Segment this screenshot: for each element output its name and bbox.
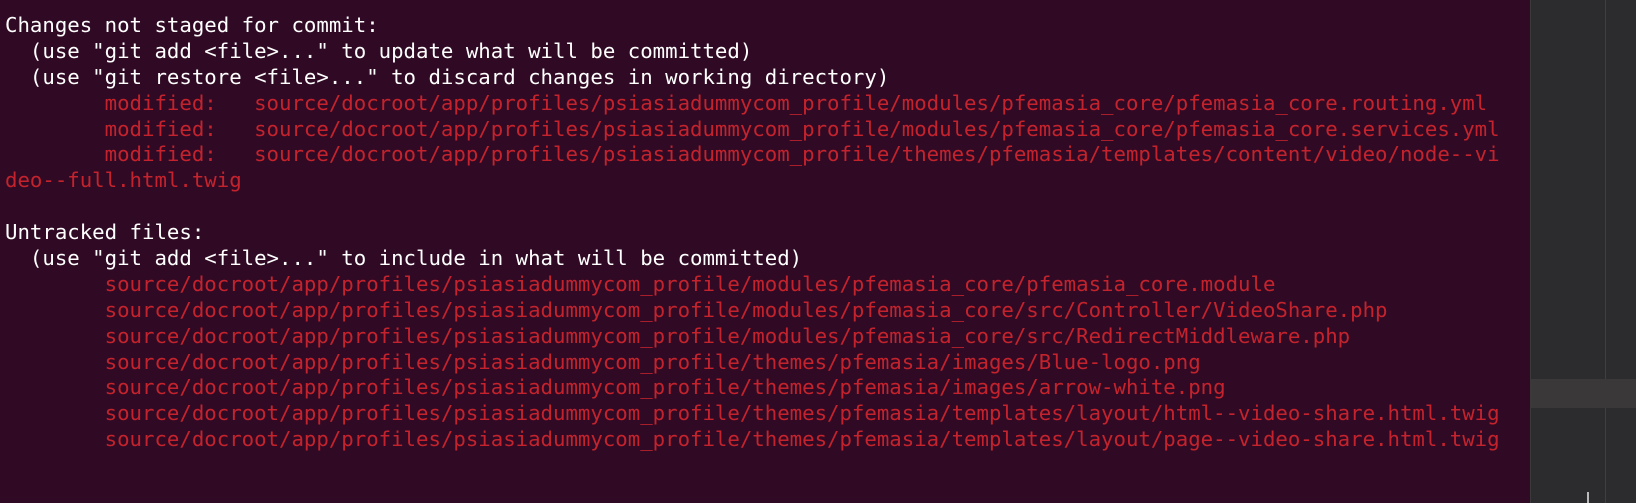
status-text-line: Untracked files: (5, 220, 205, 245)
file-path-line: modified: source/docroot/app/profiles/ps… (5, 90, 1488, 115)
file-path-line: modified: source/docroot/app/profiles/ps… (5, 116, 1500, 141)
status-text-line: (use "git restore <file>..." to discard … (5, 64, 890, 89)
status-text-line: (use "git add <file>..." to update what … (5, 38, 753, 63)
file-path-line: source/docroot/app/profiles/psiasiadummy… (5, 271, 1276, 296)
terminal-output[interactable]: Changes not staged for commit: (use "git… (0, 0, 1530, 503)
scrollbar-thumb[interactable] (1530, 379, 1636, 408)
status-text-line: (use "git add <file>..." to include in w… (5, 246, 803, 271)
file-path-line: source/docroot/app/profiles/psiasiadummy… (5, 349, 1201, 374)
scrollbar-track[interactable] (1530, 0, 1636, 503)
terminal-lines: Changes not staged for commit: (use "git… (5, 13, 1500, 453)
status-text-line: Changes not staged for commit: (5, 13, 379, 37)
file-path-line: deo--full.html.twig (5, 168, 242, 193)
scroll-position-marker (1587, 492, 1589, 503)
file-path-line: source/docroot/app/profiles/psiasiadummy… (5, 323, 1351, 348)
file-path-line: source/docroot/app/profiles/psiasiadummy… (5, 401, 1500, 426)
status-text-line (5, 194, 1500, 220)
file-path-line: source/docroot/app/profiles/psiasiadummy… (5, 375, 1226, 400)
file-path-line: source/docroot/app/profiles/psiasiadummy… (5, 297, 1388, 322)
file-path-line: modified: source/docroot/app/profiles/ps… (5, 142, 1500, 167)
panel-divider (1605, 0, 1606, 503)
file-path-line: source/docroot/app/profiles/psiasiadummy… (5, 427, 1500, 452)
